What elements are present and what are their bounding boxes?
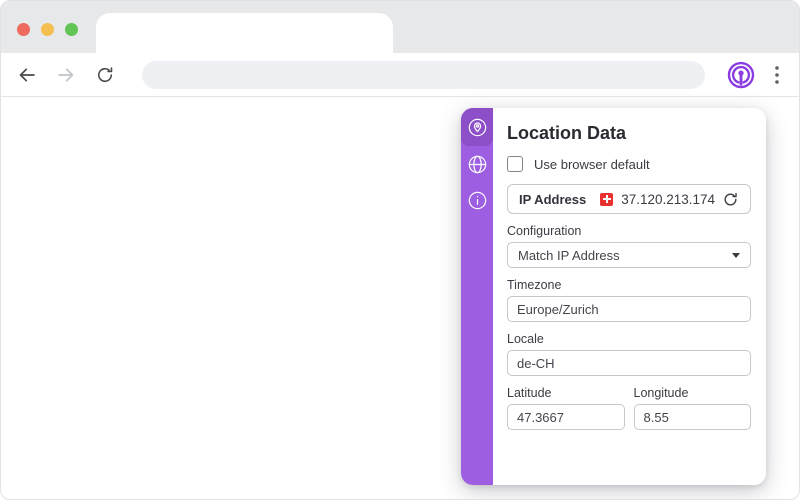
refresh-icon	[723, 192, 737, 205]
timezone-input[interactable]	[507, 296, 751, 322]
tab-strip	[1, 1, 799, 53]
sidebar-tab-location[interactable]	[461, 108, 493, 146]
latitude-group: Latitude	[507, 386, 625, 430]
page-content: Location Data Use browser default IP Add…	[1, 97, 799, 499]
popup-main: Location Data Use browser default IP Add…	[493, 108, 766, 485]
ip-address-label: IP Address	[519, 191, 587, 207]
sidebar-tab-globe[interactable]	[461, 146, 493, 182]
ip-address-value: 37.120.213.174	[621, 191, 716, 207]
location-pin-icon	[468, 118, 486, 136]
use-browser-default-row[interactable]: Use browser default	[507, 156, 751, 172]
configuration-label: Configuration	[507, 224, 582, 238]
maximize-window-button[interactable]	[65, 23, 78, 36]
forward-button[interactable]	[54, 63, 78, 87]
use-browser-default-label: Use browser default	[534, 156, 650, 172]
browser-tab[interactable]	[96, 13, 393, 53]
minimize-window-button[interactable]	[41, 23, 54, 36]
kebab-menu-icon	[775, 65, 779, 84]
reload-icon	[97, 66, 113, 82]
configuration-select[interactable]: Match IP Address	[507, 242, 751, 268]
use-browser-default-checkbox[interactable]	[507, 156, 523, 172]
browser-menu-button[interactable]	[769, 63, 785, 87]
browser-window: Location Data Use browser default IP Add…	[0, 0, 800, 500]
longitude-label: Longitude	[633, 386, 689, 400]
swiss-flag-icon	[600, 192, 614, 206]
ip-refresh-button[interactable]	[721, 190, 739, 208]
timezone-group: Timezone	[507, 278, 751, 322]
timezone-label: Timezone	[507, 278, 562, 292]
sidebar-tab-info[interactable]	[461, 182, 493, 218]
popup-sidebar	[461, 108, 493, 485]
back-arrow-icon	[19, 67, 35, 82]
dropdown-caret-icon	[732, 252, 740, 258]
back-button[interactable]	[15, 63, 39, 87]
configuration-group: Configuration Match IP Address	[507, 224, 751, 268]
extension-button[interactable]	[726, 60, 756, 90]
globe-icon	[468, 155, 486, 173]
extension-popup: Location Data Use browser default IP Add…	[461, 108, 766, 485]
forward-arrow-icon	[58, 67, 74, 82]
browser-toolbar	[1, 53, 799, 97]
latitude-input[interactable]	[507, 404, 625, 430]
address-bar-input[interactable]	[142, 60, 705, 89]
latitude-label: Latitude	[507, 386, 552, 400]
locale-label: Locale	[507, 332, 544, 346]
locale-input[interactable]	[507, 350, 751, 376]
toolbar-right	[726, 60, 785, 90]
locale-group: Locale	[507, 332, 751, 376]
close-window-button[interactable]	[17, 23, 30, 36]
reload-button[interactable]	[93, 63, 117, 87]
longitude-group: Longitude	[633, 386, 751, 430]
popup-title: Location Data	[507, 123, 627, 143]
lat-long-row: Latitude Longitude	[507, 376, 751, 430]
longitude-input[interactable]	[633, 404, 751, 430]
configuration-selected-value: Match IP Address	[518, 247, 620, 263]
info-icon	[468, 191, 486, 209]
extension-logo-icon	[727, 61, 755, 88]
ip-address-box: IP Address 37.120.213.174	[507, 184, 751, 214]
window-controls	[17, 23, 78, 36]
